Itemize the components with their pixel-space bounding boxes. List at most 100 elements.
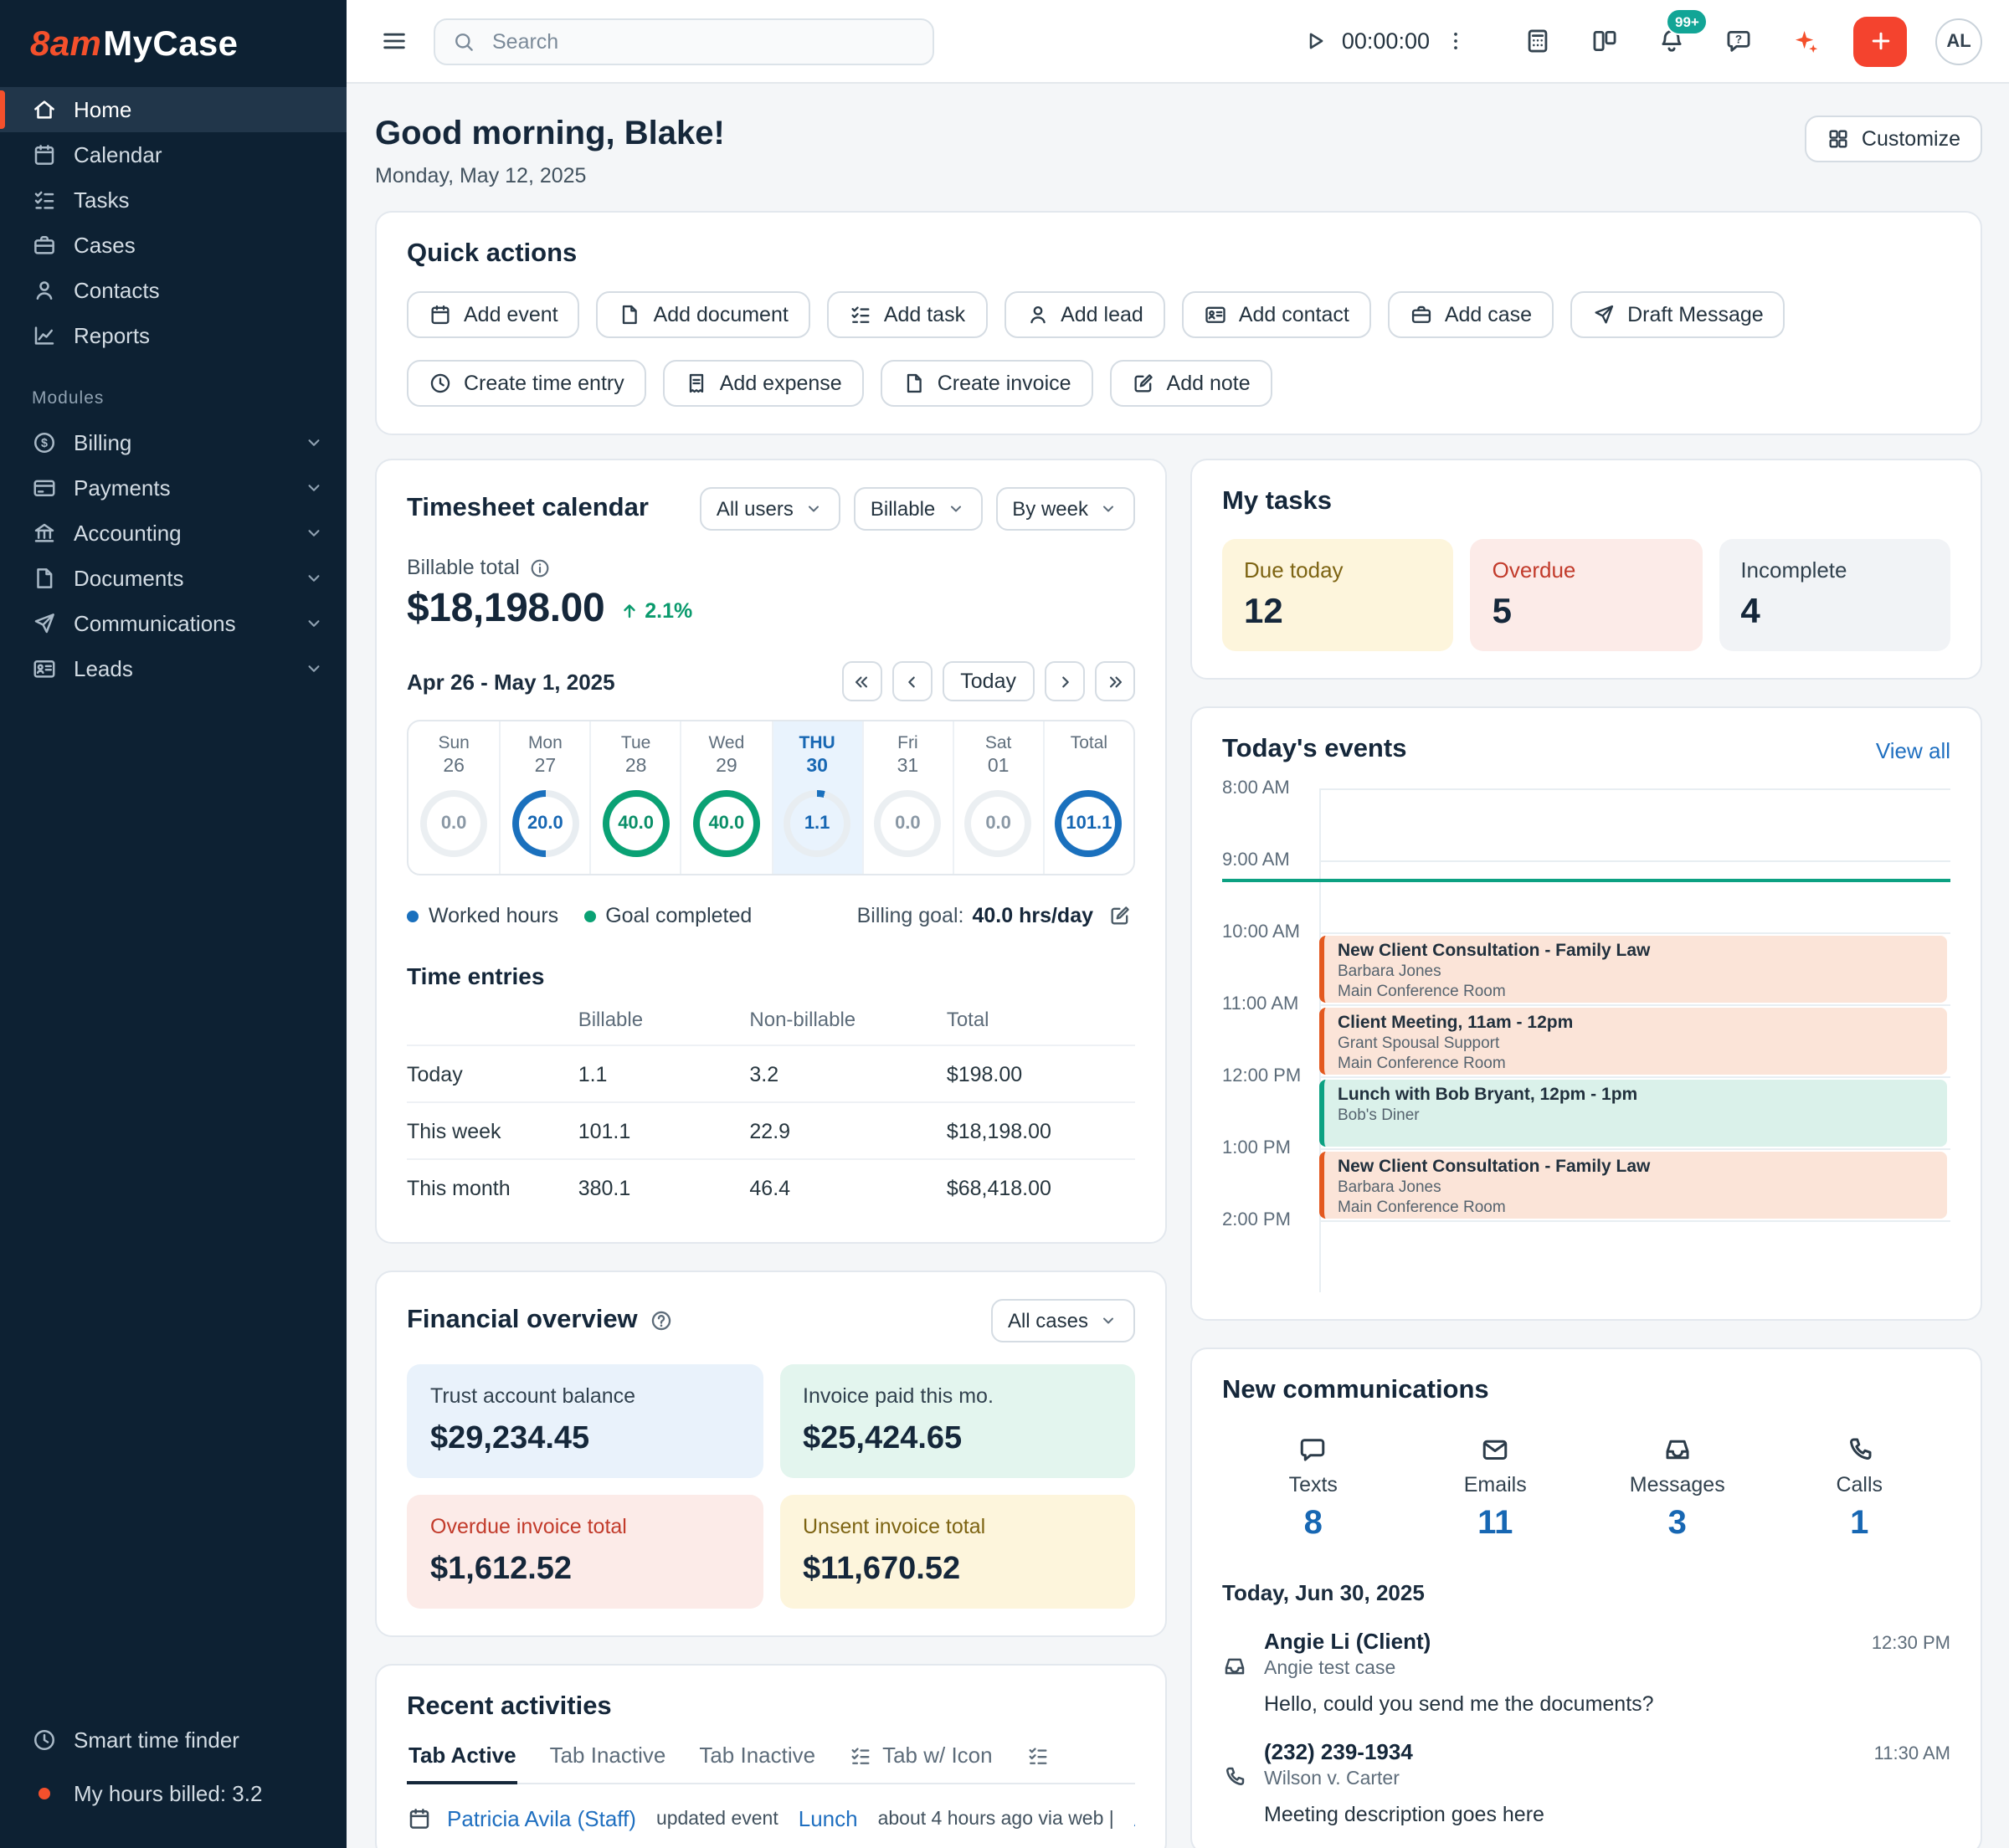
communication-item[interactable]: (232) 239-1934 11:30 AM Wilson v. Carter… [1222, 1739, 1950, 1826]
day-cell-tue[interactable]: Tue 28 40.0 [590, 721, 681, 874]
boards-button[interactable] [1585, 22, 1624, 60]
incomplete-tile[interactable]: Incomplete 4 [1719, 539, 1950, 651]
customize-button[interactable]: Customize [1805, 116, 1982, 162]
add-lead-button[interactable]: Add lead [1004, 291, 1165, 338]
texts-stat[interactable]: Texts 8 [1222, 1435, 1405, 1543]
tasks-icon [849, 303, 872, 326]
search-input[interactable] [489, 28, 916, 54]
add-expense-button[interactable]: Add expense [663, 360, 864, 407]
user-avatar[interactable]: AL [1935, 18, 1982, 64]
help-button[interactable] [1719, 22, 1758, 60]
add-note-button[interactable]: Add note [1110, 360, 1272, 407]
question-icon[interactable] [650, 1309, 673, 1332]
total-cell: Total 101.1 [1043, 721, 1133, 874]
sidebar-item-reports[interactable]: Reports [0, 313, 347, 358]
add-document-button[interactable]: Add document [597, 291, 810, 338]
my-hours-billed[interactable]: My hours billed: 3.2 [0, 1771, 347, 1815]
messages-stat[interactable]: Messages 3 [1586, 1435, 1769, 1543]
my-tasks-title: My tasks [1222, 487, 1950, 517]
next-month-button[interactable] [1095, 661, 1135, 701]
tab-icon-only[interactable] [1025, 1743, 1051, 1784]
info-icon[interactable] [530, 557, 552, 578]
day-cell-mon[interactable]: Mon 27 20.0 [499, 721, 589, 874]
day-cell-thu-today[interactable]: THU 30 1.1 [771, 721, 861, 874]
tab-inactive-1[interactable]: Tab Inactive [548, 1743, 668, 1784]
hours-ring: 40.0 [603, 790, 670, 857]
sidebar-item-contacts[interactable]: Contacts [0, 268, 347, 313]
prev-month-button[interactable] [841, 661, 881, 701]
phone-icon [1222, 1764, 1249, 1826]
timer-start-button[interactable] [1298, 23, 1333, 59]
sidebar-item-tasks[interactable]: Tasks [0, 177, 347, 223]
sidebar-item-cases[interactable]: Cases [0, 223, 347, 268]
menu-icon [380, 27, 408, 55]
tab-with-icon[interactable]: Tab w/ Icon [847, 1743, 994, 1784]
calendar-event[interactable]: New Client Consultation - Family Law Bar… [1319, 935, 1947, 1003]
calendar-event[interactable]: New Client Consultation - Family Law Bar… [1319, 1151, 1947, 1219]
today-button[interactable]: Today [942, 661, 1035, 701]
financial-overview-card: Financial overview All cases Trust accou… [375, 1270, 1167, 1637]
prev-week-button[interactable] [891, 661, 932, 701]
sidebar-item-billing[interactable]: Billing [0, 420, 347, 465]
calendar-event[interactable]: Lunch with Bob Bryant, 12pm - 1pm Bob's … [1319, 1079, 1947, 1147]
overdue-invoice-tile[interactable]: Overdue invoice total $1,612.52 [407, 1495, 763, 1609]
activity-actor-link[interactable]: Patricia Avila (Staff) [447, 1806, 636, 1831]
calendar-event[interactable]: Client Meeting, 11am - 12pm Grant Spousa… [1319, 1007, 1947, 1075]
menu-button[interactable] [375, 22, 414, 60]
sidebar-item-label: Calendar [74, 142, 162, 167]
sidebar-item-payments[interactable]: Payments [0, 465, 347, 511]
create-time-entry-button[interactable]: Create time entry [407, 360, 646, 407]
sidebar-item-documents[interactable]: Documents [0, 556, 347, 601]
date-range: Apr 26 - May 1, 2025 [407, 669, 615, 694]
activity-secondary-link[interactable]: Ann A Avila [1134, 1806, 1135, 1831]
calculator-button[interactable] [1518, 22, 1557, 60]
smart-time-finder-button[interactable]: Smart time finder [0, 1717, 347, 1761]
timer-menu-button[interactable] [1438, 23, 1473, 59]
day-cell-sun[interactable]: Sun 26 0.0 [408, 721, 499, 874]
tab-inactive-2[interactable]: Tab Inactive [697, 1743, 817, 1784]
unsent-invoice-tile[interactable]: Unsent invoice total $11,670.52 [779, 1495, 1135, 1609]
due-today-tile[interactable]: Due today 12 [1222, 539, 1454, 651]
edit-icon [1132, 372, 1155, 395]
ai-assistant-button[interactable] [1786, 22, 1825, 60]
activity-event-link[interactable]: Lunch [799, 1806, 858, 1831]
tab-active[interactable]: Tab Active [407, 1743, 518, 1784]
play-icon [1303, 28, 1328, 54]
add-case-button[interactable]: Add case [1388, 291, 1554, 338]
communication-item[interactable]: Angie Li (Client) 12:30 PM Angie test ca… [1222, 1629, 1950, 1716]
sidebar-item-communications[interactable]: Communications [0, 601, 347, 646]
invoice-paid-tile[interactable]: Invoice paid this mo. $25,424.65 [779, 1364, 1135, 1478]
create-new-button[interactable] [1853, 16, 1907, 66]
sidebar-item-calendar[interactable]: Calendar [0, 132, 347, 177]
billing-goal: Billing goal: 40.0 hrs/day [857, 901, 1135, 931]
create-invoice-button[interactable]: Create invoice [881, 360, 1093, 407]
sidebar-item-accounting[interactable]: Accounting [0, 511, 347, 556]
add-event-button[interactable]: Add event [407, 291, 580, 338]
app-logo[interactable]: 8amMyCase [0, 0, 347, 87]
smart-time-icon [32, 1727, 57, 1752]
billable-filter-dropdown[interactable]: Billable [854, 487, 982, 531]
users-filter-dropdown[interactable]: All users [700, 487, 840, 531]
view-all-link[interactable]: View all [1876, 737, 1950, 762]
hours-ring: 40.0 [693, 790, 760, 857]
emails-stat[interactable]: Emails 11 [1405, 1435, 1587, 1543]
draft-message-button[interactable]: Draft Message [1570, 291, 1785, 338]
search-box[interactable] [434, 18, 934, 64]
overdue-tile[interactable]: Overdue 5 [1471, 539, 1703, 651]
cases-filter-dropdown[interactable]: All cases [991, 1299, 1135, 1342]
add-task-button[interactable]: Add task [827, 291, 987, 338]
edit-billing-goal-button[interactable] [1105, 901, 1135, 931]
send-icon [1592, 303, 1616, 326]
calls-stat[interactable]: Calls 1 [1769, 1435, 1951, 1543]
sidebar-item-label: Reports [74, 323, 150, 348]
day-cell-fri[interactable]: Fri 31 0.0 [861, 721, 952, 874]
trust-account-tile[interactable]: Trust account balance $29,234.45 [407, 1364, 763, 1478]
day-cell-sat[interactable]: Sat 01 0.0 [953, 721, 1043, 874]
add-contact-button[interactable]: Add contact [1182, 291, 1371, 338]
sidebar-item-home[interactable]: Home [0, 87, 347, 132]
next-week-button[interactable] [1045, 661, 1085, 701]
period-filter-dropdown[interactable]: By week [995, 487, 1135, 531]
billable-total-change: 2.1% [619, 599, 692, 623]
sidebar-item-leads[interactable]: Leads [0, 646, 347, 691]
day-cell-wed[interactable]: Wed 29 40.0 [681, 721, 771, 874]
